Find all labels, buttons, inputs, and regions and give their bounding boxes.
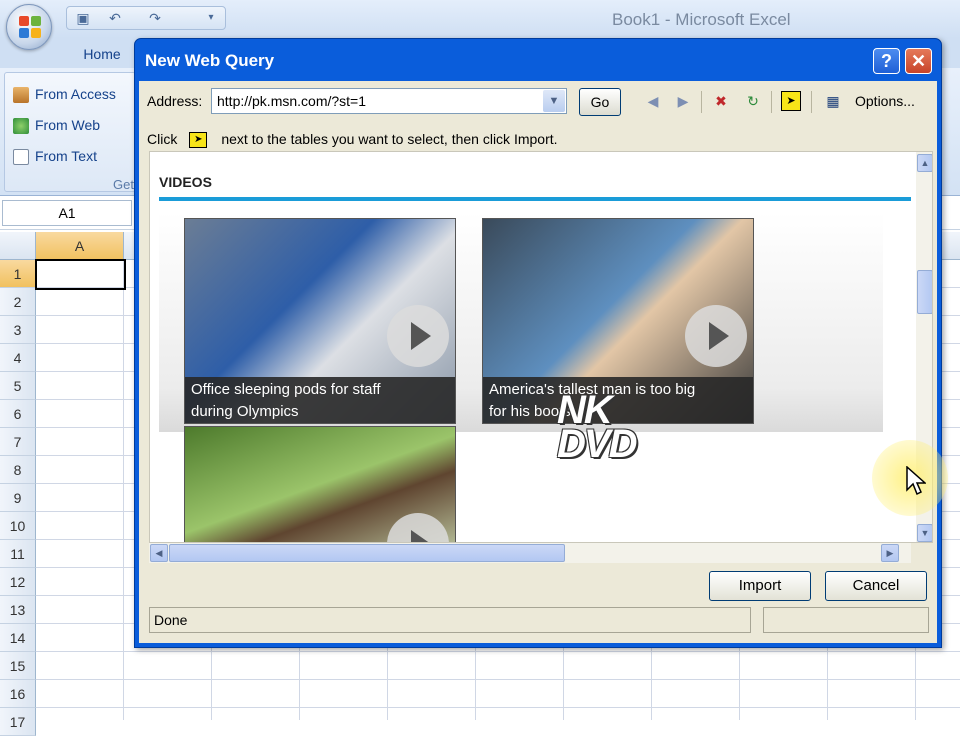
row-header-15[interactable]: 15 [0, 652, 36, 680]
hint-after: next to the tables you want to select, t… [221, 131, 558, 147]
address-input[interactable]: http://pk.msn.com/?st=1 ▼ [211, 88, 567, 114]
chevron-left-icon: ◀ [155, 548, 163, 558]
mouse-pointer-icon [906, 466, 926, 496]
instruction-text: Click ➤ next to the tables you want to sel… [147, 131, 558, 149]
toolbar-separator [771, 91, 772, 113]
address-label: Address: [147, 93, 203, 109]
video-caption: Office sleeping pods for staff during Ol… [185, 377, 455, 423]
video-thumbnail-sleeping-pods[interactable]: Office sleeping pods for staff during Ol… [184, 218, 456, 424]
play-icon[interactable] [387, 305, 449, 367]
row-header-16[interactable]: 16 [0, 680, 36, 708]
chevron-right-icon: ▶ [886, 548, 894, 558]
row-header-12[interactable]: 12 [0, 568, 36, 596]
table-select-arrow-icon: ➤ [189, 132, 208, 149]
text-file-icon [13, 149, 29, 166]
name-box[interactable]: A1 [2, 200, 132, 226]
forward-icon[interactable]: ▶ [673, 91, 693, 111]
scroll-up-button[interactable]: ▲ [917, 154, 932, 172]
from-web-label: From Web [35, 117, 101, 133]
ribbon-group-label: Get [113, 177, 134, 192]
select-all-corner[interactable] [0, 232, 36, 260]
office-logo-icon [19, 16, 41, 38]
row-header-17[interactable]: 17 [0, 708, 36, 736]
row-header-10[interactable]: 10 [0, 512, 36, 540]
save-icon[interactable]: ▣ [75, 10, 91, 26]
scroll-right-button[interactable]: ▶ [881, 544, 899, 562]
scroll-down-button[interactable]: ▼ [917, 524, 932, 542]
chevron-down-icon: ▼ [548, 95, 560, 107]
row-header-8[interactable]: 8 [0, 456, 36, 484]
new-web-query-dialog: New Web Query ? ✕ Address: http://pk.msn… [134, 38, 942, 648]
redo-icon[interactable]: ↷ [147, 10, 163, 26]
row-header-9[interactable]: 9 [0, 484, 36, 512]
chevron-down-icon: ▼ [920, 528, 930, 538]
from-access-label: From Access [35, 86, 116, 102]
status-progress-pane [763, 607, 929, 633]
get-external-data-group: From Access From Web From Text Get [4, 72, 136, 192]
from-text-label: From Text [35, 148, 97, 164]
close-icon: ✕ [910, 51, 927, 71]
office-button[interactable] [6, 4, 52, 50]
horizontal-scroll-thumb[interactable] [169, 544, 565, 562]
column-header-a[interactable]: A [36, 232, 124, 260]
undo-icon[interactable]: ↶ [107, 10, 123, 26]
go-button[interactable]: Go [579, 88, 621, 116]
row-header-13[interactable]: 13 [0, 596, 36, 624]
save-query-icon[interactable]: ▦ [823, 91, 843, 111]
back-icon[interactable]: ◀ [643, 91, 663, 111]
scroll-left-button[interactable]: ◀ [150, 544, 168, 562]
horizontal-scrollbar[interactable]: ◀ ▶ [149, 543, 911, 563]
row-header-6[interactable]: 6 [0, 400, 36, 428]
from-access-button[interactable]: From Access [13, 83, 116, 105]
cancel-button[interactable]: Cancel [825, 571, 927, 601]
dialog-title: New Web Query [145, 51, 275, 70]
video-caption-line2: during Olympics [191, 403, 299, 420]
status-bar: Done [149, 607, 751, 633]
access-db-icon [13, 87, 29, 104]
play-icon[interactable] [387, 513, 449, 542]
row-header-11[interactable]: 11 [0, 540, 36, 568]
address-dropdown-button[interactable]: ▼ [543, 90, 565, 112]
watermark-logo: NK DVD [557, 388, 637, 466]
play-icon[interactable] [685, 305, 747, 367]
import-button[interactable]: Import [709, 571, 811, 601]
row-header-4[interactable]: 4 [0, 344, 36, 372]
vertical-scroll-thumb[interactable] [917, 270, 932, 314]
refresh-icon[interactable]: ↻ [743, 91, 763, 111]
quick-access-toolbar: ▣ ↶ ↷ ▾ [66, 6, 226, 30]
help-button[interactable]: ? [873, 48, 900, 74]
dialog-body: Address: http://pk.msn.com/?st=1 ▼ Go ◀ … [139, 81, 937, 643]
row-header-2[interactable]: 2 [0, 288, 36, 316]
row-header-1[interactable]: 1 [0, 260, 36, 288]
active-cell-a1[interactable] [35, 259, 126, 290]
from-text-button[interactable]: From Text [13, 145, 97, 167]
close-button[interactable]: ✕ [905, 48, 932, 74]
stop-icon[interactable]: ✖ [711, 91, 731, 111]
hide-icons-icon[interactable]: ➤ [781, 91, 801, 111]
video-thumbnail-bear[interactable] [184, 426, 456, 542]
hint-before: Click [147, 131, 178, 147]
row-header-3[interactable]: 3 [0, 316, 36, 344]
web-page-preview[interactable]: VIDEOS Office sleeping pods for staff du… [149, 151, 933, 543]
toolbar-separator [701, 91, 702, 113]
toolbar-separator [811, 91, 812, 113]
address-value: http://pk.msn.com/?st=1 [217, 93, 367, 109]
window-title: Book1 - Microsoft Excel [612, 10, 791, 29]
tab-home[interactable]: Home [70, 40, 134, 68]
videos-heading-rule [159, 197, 911, 201]
row-header-7[interactable]: 7 [0, 428, 36, 456]
options-button[interactable]: Options... [855, 93, 915, 109]
web-globe-icon [13, 118, 29, 135]
row-header-5[interactable]: 5 [0, 372, 36, 400]
from-web-button[interactable]: From Web [13, 114, 100, 136]
video-caption-line1: Office sleeping pods for staff [191, 381, 381, 398]
row-header-14[interactable]: 14 [0, 624, 36, 652]
chevron-up-icon: ▲ [920, 158, 930, 168]
customize-qat-icon[interactable]: ▾ [203, 10, 219, 26]
videos-heading: VIDEOS [159, 174, 212, 190]
